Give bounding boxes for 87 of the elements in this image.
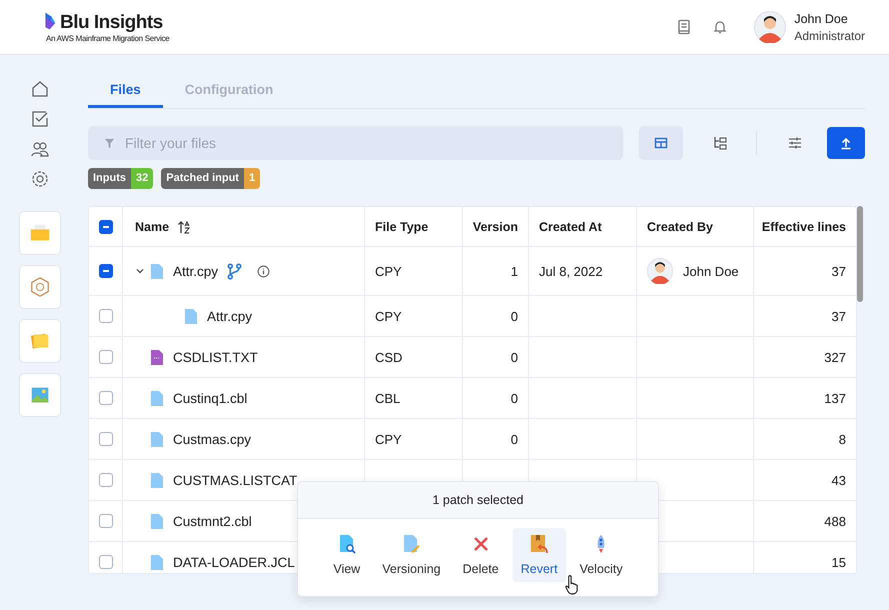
line-count: 37 [832,308,846,324]
notes-tile[interactable] [19,319,61,363]
home-icon[interactable] [30,79,50,99]
delete-button[interactable]: Delete [454,528,507,582]
line-count: 43 [832,472,846,488]
user-role: Administrator [794,28,865,42]
checkbox[interactable] [98,350,112,364]
file-icon [151,514,163,528]
file-type: CSD [375,350,402,364]
version-number: 0 [510,308,518,324]
checkbox[interactable] [98,555,112,569]
file-pencil-icon [401,534,422,554]
text-file-icon [151,350,163,364]
revert-button[interactable]: Revert [512,528,566,582]
file-icon [151,264,163,278]
view-button[interactable]: View [325,528,368,582]
file-icon [185,308,197,324]
file-name[interactable]: CSDLIST.TXT [173,350,258,364]
version-number: 0 [510,390,518,406]
column-header: Version [472,220,518,234]
checkbox[interactable] [98,473,112,487]
bell-icon[interactable] [712,19,728,35]
box-return-icon [529,534,550,554]
chevron-icon[interactable] [135,266,145,276]
tree-icon [713,136,728,150]
checkbox[interactable] [98,220,112,234]
column-header: Created By [647,220,713,234]
line-count: 327 [824,350,846,364]
file-name[interactable]: Custmas.cpy [173,432,252,446]
column-header: Created At [539,220,602,234]
file-type: CPY [375,432,402,446]
tab[interactable]: Files [88,73,163,108]
file-icon [151,554,163,570]
checkbox[interactable] [98,309,112,323]
image-tile[interactable] [19,373,61,417]
checklist-icon[interactable] [30,109,50,129]
creator-name: John Doe [683,264,739,278]
file-name[interactable]: Attr.cpy [207,308,252,324]
file-name[interactable]: Custinq1.cbl [173,390,248,406]
created-date: Jul 8, 2022 [539,264,603,278]
file-name[interactable]: Custmnt2.cbl [173,514,252,528]
sliders-icon [788,136,802,150]
brand-name: Blu Insights [60,12,164,34]
file-name[interactable]: Attr.cpy [173,264,218,278]
file-type: CPY [375,264,402,278]
checkbox[interactable] [98,391,112,405]
version-number: 1 [510,264,518,278]
line-count: 15 [832,554,846,570]
version-number: 0 [510,432,518,446]
column-header: Name [135,220,170,234]
upload-button[interactable] [827,127,866,159]
checkbox[interactable] [98,264,112,278]
file-icon [151,390,163,406]
table-icon [654,136,668,150]
avatar[interactable] [754,11,786,43]
versioning-button[interactable]: Versioning [374,528,449,582]
file-name[interactable]: DATA-LOADER.JCL [173,554,295,570]
hexagon-tile[interactable] [19,265,61,309]
brand-tagline: An AWS Mainframe Migration Service [46,34,170,42]
file-icon [151,432,163,446]
user-name: John Doe [794,12,849,26]
column-header: Effective lines [762,220,846,234]
file-icon [151,472,163,488]
line-count: 37 [832,264,846,278]
line-count: 137 [824,390,846,406]
file-type: CBL [375,390,400,406]
line-count: 8 [838,432,846,446]
table-view-button[interactable] [638,126,683,160]
checkbox[interactable] [98,432,112,446]
file-name[interactable]: CUSTMAS.LISTCAT [173,472,298,488]
avatar [647,258,673,284]
velocity-button[interactable]: Velocity [572,528,631,582]
popup-title: 1 patch selected [432,493,524,507]
checkbox[interactable] [98,514,112,528]
info-icon[interactable] [257,264,270,278]
version-number: 0 [510,350,518,364]
settings-icon[interactable] [30,169,50,189]
filter-icon [104,138,115,148]
line-count: 488 [824,514,846,528]
book-icon[interactable] [676,19,692,35]
column-header: File Type [375,220,428,234]
folder-tile[interactable] [19,211,61,255]
scrollbar[interactable] [857,206,863,302]
file-type: CPY [375,308,402,324]
hexagon-icon [29,276,51,298]
sort-icon[interactable] [177,220,192,234]
upload-icon [839,136,854,150]
